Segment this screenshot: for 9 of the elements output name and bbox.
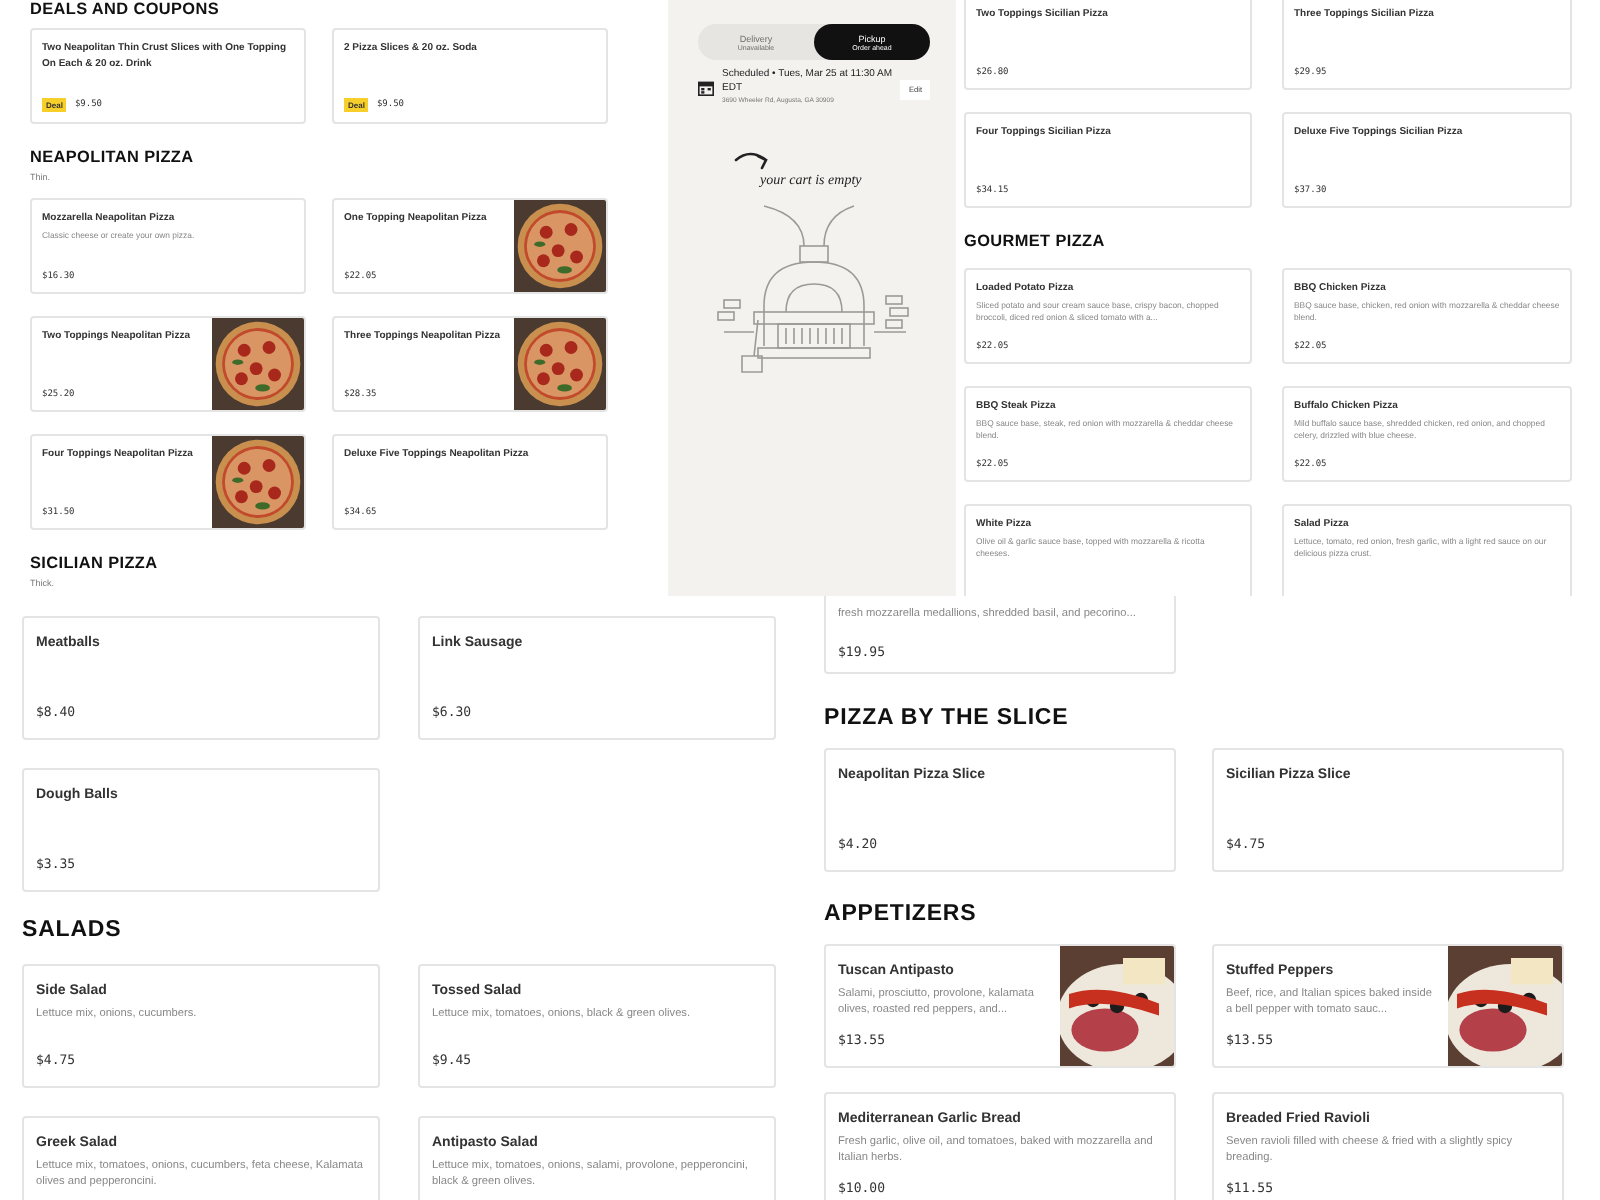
section-heading: SICILIAN PIZZA [30,554,160,574]
curved-arrow-icon [734,148,774,170]
section-heading: GOURMET PIZZA [964,232,1107,252]
section-heading: PIZZA BY THE SLICE [824,704,1071,732]
section-heading: APPETIZERS [824,900,979,928]
section-heading: SALADS [22,916,124,944]
section-heading: DEALS AND COUPONS [30,0,222,20]
calendar-icon [698,80,714,96]
section-heading: NEAPOLITAN PIZZA [30,148,196,168]
